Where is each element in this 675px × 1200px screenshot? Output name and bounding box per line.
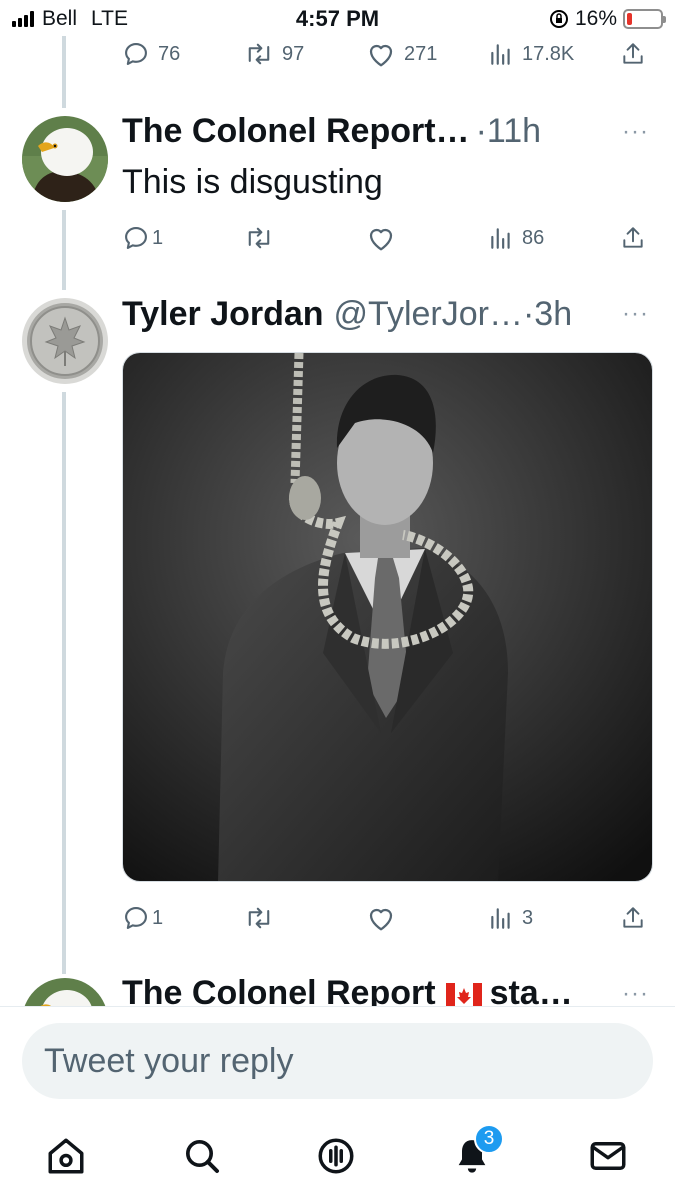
tab-notifications[interactable]: 3 [448, 1124, 504, 1180]
reply-icon [125, 907, 147, 929]
author-name[interactable]: The Colonel Report… [122, 112, 470, 151]
like-button[interactable] [366, 898, 396, 938]
views-button[interactable]: 17.8K [488, 34, 574, 74]
home-icon [48, 1138, 84, 1174]
retweet-button[interactable] [244, 898, 274, 938]
views-icon [491, 908, 510, 929]
views-count: 17.8K [522, 42, 575, 65]
views-icon [491, 44, 510, 65]
tweet-time: ·3h [522, 295, 573, 333]
tweet-header: Tyler Jordan @TylerJor… ·3h [122, 295, 572, 339]
notification-badge: 3 [474, 1124, 504, 1154]
reply-icon [125, 43, 147, 65]
author-name[interactable]: Tyler Jordan [122, 295, 324, 334]
tab-home[interactable] [42, 1132, 90, 1180]
views-button[interactable]: 86 [488, 218, 544, 258]
tab-bar: 3 [0, 1112, 675, 1200]
battery-icon [623, 9, 666, 29]
spaces-icon [318, 1138, 354, 1174]
tweet-actions: 1 86 [122, 218, 652, 258]
share-button[interactable] [620, 218, 646, 258]
heart-icon [369, 908, 393, 931]
reply-count: 76 [158, 42, 181, 65]
share-icon [623, 227, 643, 248]
reply-count: 1 [152, 906, 164, 929]
retweet-button[interactable]: 97 [244, 34, 304, 74]
eagle-avatar[interactable] [22, 116, 108, 202]
author-handle[interactable]: @TylerJor… [334, 295, 523, 334]
share-button[interactable] [620, 34, 646, 74]
tweet-actions: 1 3 [122, 898, 652, 938]
reply-count: 1 [152, 226, 164, 249]
tab-search[interactable] [178, 1132, 226, 1180]
heart-icon [369, 44, 393, 67]
like-button[interactable] [366, 218, 396, 258]
more-options-button[interactable]: ··· [622, 118, 649, 146]
thread-line [62, 210, 66, 290]
tab-messages[interactable] [584, 1132, 632, 1180]
like-count: 271 [404, 42, 438, 65]
thread-line [62, 392, 66, 974]
retweet-icon [248, 227, 270, 249]
like-button[interactable]: 271 [366, 34, 437, 74]
coin-avatar[interactable] [22, 298, 108, 384]
thread-line [62, 36, 66, 108]
share-icon [623, 907, 643, 928]
reply-button[interactable]: 76 [122, 34, 180, 74]
views-count: 86 [522, 226, 545, 249]
tweet-text: This is disgusting [122, 163, 383, 201]
more-options-button[interactable]: ··· [622, 980, 649, 1008]
retweet-button[interactable] [244, 218, 274, 258]
share-icon [623, 43, 643, 64]
reply-input[interactable] [22, 1023, 653, 1099]
tweet-actions: 76 97 271 17.8K [122, 34, 652, 74]
tab-spaces[interactable] [312, 1132, 360, 1180]
status-right: 16% [549, 7, 666, 31]
reply-button[interactable]: 1 [122, 218, 163, 258]
reply-button[interactable]: 1 [122, 898, 163, 938]
battery-percent: 16% [574, 7, 617, 30]
retweet-count: 97 [282, 42, 305, 65]
views-button[interactable]: 3 [488, 898, 533, 938]
tweet-media-photo[interactable] [122, 352, 653, 882]
reply-bar [0, 1006, 675, 1112]
share-button[interactable] [620, 898, 646, 938]
reply-icon [125, 227, 147, 249]
heart-icon [369, 228, 393, 251]
views-count: 3 [522, 906, 534, 929]
retweet-icon [248, 907, 270, 929]
tweet-header: The Colonel Report… ·11h [122, 112, 541, 156]
mail-icon [590, 1142, 626, 1170]
views-icon [491, 228, 510, 249]
more-options-button[interactable]: ··· [622, 300, 649, 328]
orientation-lock-icon [549, 10, 568, 28]
tweet-time: ·11h [475, 112, 542, 150]
status-bar: Bell LTE 4:57 PM 16% [0, 0, 675, 36]
search-icon [186, 1140, 219, 1173]
retweet-icon [248, 43, 270, 65]
